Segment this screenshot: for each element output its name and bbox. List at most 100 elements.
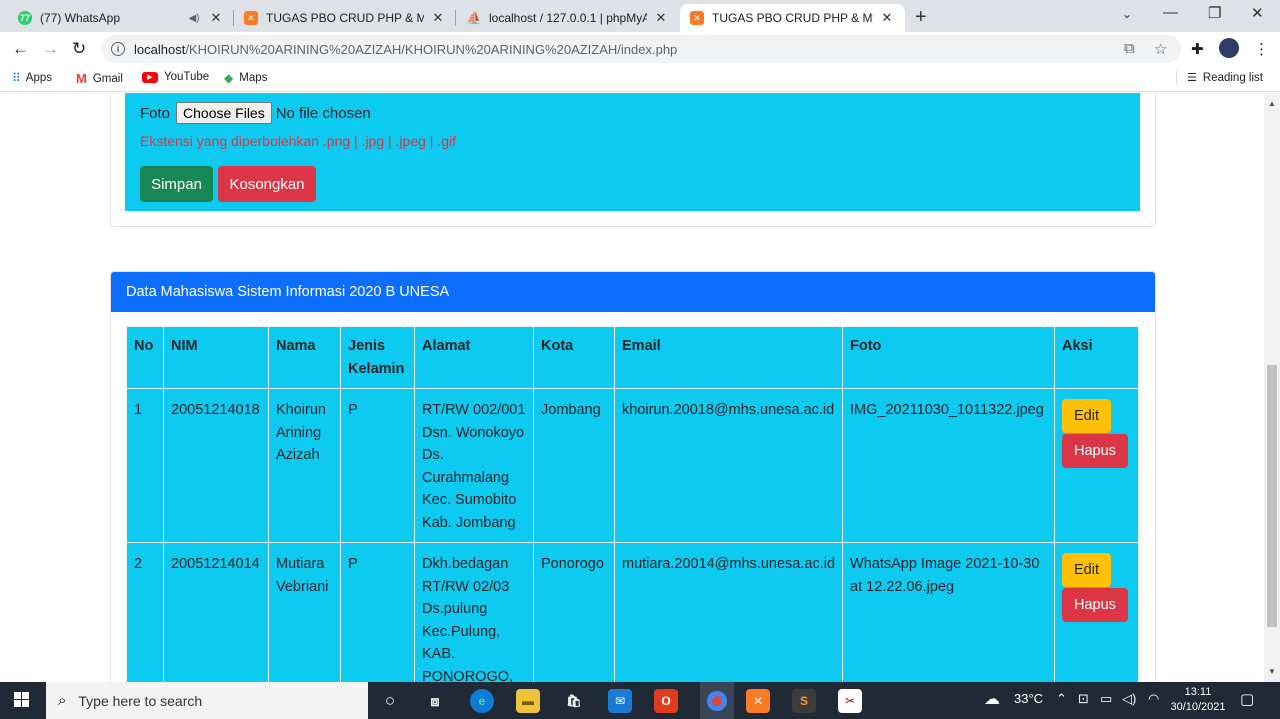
volume-icon[interactable]: ◁) <box>1122 691 1136 707</box>
tab-whatsapp[interactable]: 77 (77) WhatsApp ◀) ✕ <box>8 4 234 32</box>
office-icon[interactable]: O <box>654 689 678 713</box>
windows-start-icon[interactable] <box>14 692 30 708</box>
reading-list[interactable]: ☰ Reading list <box>1176 71 1263 84</box>
bookmark-label: Gmail <box>92 72 123 85</box>
minimize-icon[interactable]: — <box>1163 4 1178 21</box>
tab-search-chevron-icon[interactable]: ⌄ <box>1122 7 1132 21</box>
tab-crud-active[interactable]: ✕ TUGAS PBO CRUD PHP & MySQL ✕ <box>680 4 905 32</box>
cell-nim: 20051214014 <box>163 542 269 682</box>
notification-icon[interactable]: ▢ <box>1240 690 1254 708</box>
foto-label: Foto <box>140 104 171 122</box>
reload-icon[interactable]: ↻ <box>72 39 86 59</box>
clock-time: 13:11 <box>1184 686 1212 698</box>
chrome-icon[interactable] <box>700 682 734 719</box>
page-scrollbar[interactable]: ▲ ▼ <box>1264 93 1280 682</box>
windows-taskbar: ⌕ Type here to search ○ ⧈ e ▬ 🛍 ✉ O ✕ S … <box>0 682 1280 719</box>
show-hidden-icons-icon[interactable]: ⌃ <box>1056 691 1067 707</box>
mail-icon[interactable]: ✉ <box>608 689 632 713</box>
forward-icon[interactable]: → <box>42 39 59 59</box>
tab-separator <box>455 10 456 26</box>
extension-note: Ekstensi yang diperbolehkan .png | .jpg … <box>140 133 456 149</box>
snipping-tool-icon[interactable]: ✂ <box>838 689 862 713</box>
restore-icon[interactable]: ❐ <box>1208 4 1221 22</box>
extensions-icon[interactable]: ✚ <box>1191 40 1204 58</box>
header-nim: NIM <box>163 326 269 389</box>
weather-icon[interactable]: ☁ <box>984 689 1000 709</box>
avatar[interactable] <box>1219 38 1239 58</box>
close-tab-icon[interactable]: ✕ <box>653 10 669 26</box>
site-info-icon[interactable]: i <box>111 42 125 56</box>
close-tab-icon[interactable]: ✕ <box>879 10 895 26</box>
cell-alamat: RT/RW 002/001 Dsn. Wonokoyo Ds. Curahmal… <box>414 388 534 543</box>
cell-kota: Jombang <box>533 388 615 543</box>
tab-title: TUGAS PBO CRUD PHP & MySQL <box>266 11 424 25</box>
menu-dots-icon[interactable]: ⋮ <box>1254 40 1269 58</box>
address-bar[interactable]: i localhost/KHOIRUN%20ARINING%20AZIZAH/K… <box>101 35 1181 63</box>
bookmark-youtube[interactable]: ▶ YouTube <box>142 71 209 83</box>
cell-no: 1 <box>126 388 164 543</box>
tab-title: (77) WhatsApp <box>40 11 121 25</box>
bookmark-maps[interactable]: ◆ Maps <box>224 71 267 85</box>
cell-jenis-kelamin: P <box>340 388 415 543</box>
close-window-icon[interactable]: ✕ <box>1251 4 1264 22</box>
choose-files-button[interactable]: Choose Files <box>176 102 272 124</box>
edit-button[interactable]: Edit <box>1062 399 1112 433</box>
cell-email: khoirun.20018@mhs.unesa.ac.id <box>613 388 844 543</box>
header-jenis-kelamin: Jenis Kelamin <box>340 326 415 389</box>
browser-tab-strip: 77 (77) WhatsApp ◀) ✕ ✕ TUGAS PBO CRUD P… <box>0 0 1280 32</box>
scrollbar-thumb[interactable] <box>1267 365 1277 627</box>
tab-crud-1[interactable]: ✕ TUGAS PBO CRUD PHP & MySQL ✕ <box>234 4 456 32</box>
foto-row: Foto Choose Files No file chosen <box>140 102 371 124</box>
store-icon[interactable]: 🛍 <box>562 689 586 713</box>
cell-foto: IMG_20211030_1011322.jpeg <box>842 388 1056 543</box>
reset-button[interactable]: Kosongkan <box>218 166 316 202</box>
data-card: Data Mahasiswa Sistem Informasi 2020 B U… <box>110 271 1156 682</box>
apps-grid-icon: ⠿ <box>12 71 21 85</box>
sublime-text-icon[interactable]: S <box>792 689 816 713</box>
cell-email: mutiara.20014@mhs.unesa.ac.id <box>613 542 844 682</box>
task-view-icon[interactable]: ⧈ <box>423 689 447 713</box>
table-header-row: No NIM Nama Jenis Kelamin Alamat Kota Em… <box>126 326 1140 389</box>
cell-aksi: Edit Hapus <box>1054 542 1140 682</box>
scroll-down-icon[interactable]: ▼ <box>1268 667 1276 676</box>
close-tab-icon[interactable]: ✕ <box>430 10 446 26</box>
cell-jenis-kelamin: P <box>340 542 415 682</box>
youtube-icon: ▶ <box>142 71 158 83</box>
close-tab-icon[interactable]: ✕ <box>208 10 224 26</box>
scroll-up-icon[interactable]: ▲ <box>1268 99 1276 108</box>
save-button[interactable]: Simpan <box>140 166 213 202</box>
translate-icon[interactable]: ⧉ <box>1124 40 1135 57</box>
bookmark-label: Apps <box>25 72 53 84</box>
taskbar-search-box[interactable]: ⌕ Type here to search <box>46 682 368 719</box>
cortana-icon[interactable]: ○ <box>378 689 402 713</box>
page-viewport: Foto Choose Files No file chosen Ekstens… <box>0 93 1264 682</box>
weather-temperature[interactable]: 33°C <box>1014 691 1043 706</box>
url-host: localhost <box>134 41 186 57</box>
delete-button[interactable]: Hapus <box>1062 588 1128 622</box>
speaker-icon[interactable]: ◀) <box>186 13 202 24</box>
header-foto: Foto <box>842 326 1056 389</box>
bookmark-gmail[interactable]: M Gmail <box>76 71 123 86</box>
xampp-icon[interactable]: ✕ <box>746 689 770 713</box>
cell-alamat: Dkh.bedagan RT/RW 02/03 Ds.pulung Kec.Pu… <box>414 542 534 682</box>
edge-icon[interactable]: e <box>470 689 494 713</box>
url-text: localhost/KHOIRUN%20ARINING%20AZIZAH/KHO… <box>134 42 677 57</box>
taskbar-clock[interactable]: 13:11 30/10/2021 <box>1168 685 1228 715</box>
new-tab-icon[interactable]: + <box>915 6 927 29</box>
search-icon: ⌕ <box>58 692 67 709</box>
edit-button[interactable]: Edit <box>1062 553 1112 587</box>
cell-kota: Ponorogo <box>533 542 615 682</box>
clock-date: 30/10/2021 <box>1170 701 1226 713</box>
bookmark-apps[interactable]: ⠿ Apps <box>12 71 52 85</box>
delete-button[interactable]: Hapus <box>1062 434 1128 468</box>
file-explorer-icon[interactable]: ▬ <box>516 689 540 713</box>
wifi-icon[interactable]: ◠ <box>1148 691 1159 707</box>
bookmark-star-icon[interactable]: ☆ <box>1154 40 1167 58</box>
back-icon[interactable]: ← <box>12 39 29 59</box>
tab-title: TUGAS PBO CRUD PHP & MySQL <box>712 11 873 25</box>
battery-icon[interactable]: ▭ <box>1100 691 1112 707</box>
tab-phpmyadmin[interactable]: ⛵ localhost / 127.0.0.1 | phpMyAdmin ✕ <box>457 4 679 32</box>
table-row: 1 20051214018 Khoirun Arining Azizah P R… <box>126 388 1140 543</box>
phpmyadmin-icon: ⛵ <box>466 11 482 25</box>
meet-now-icon[interactable]: ⊡ <box>1078 691 1089 707</box>
